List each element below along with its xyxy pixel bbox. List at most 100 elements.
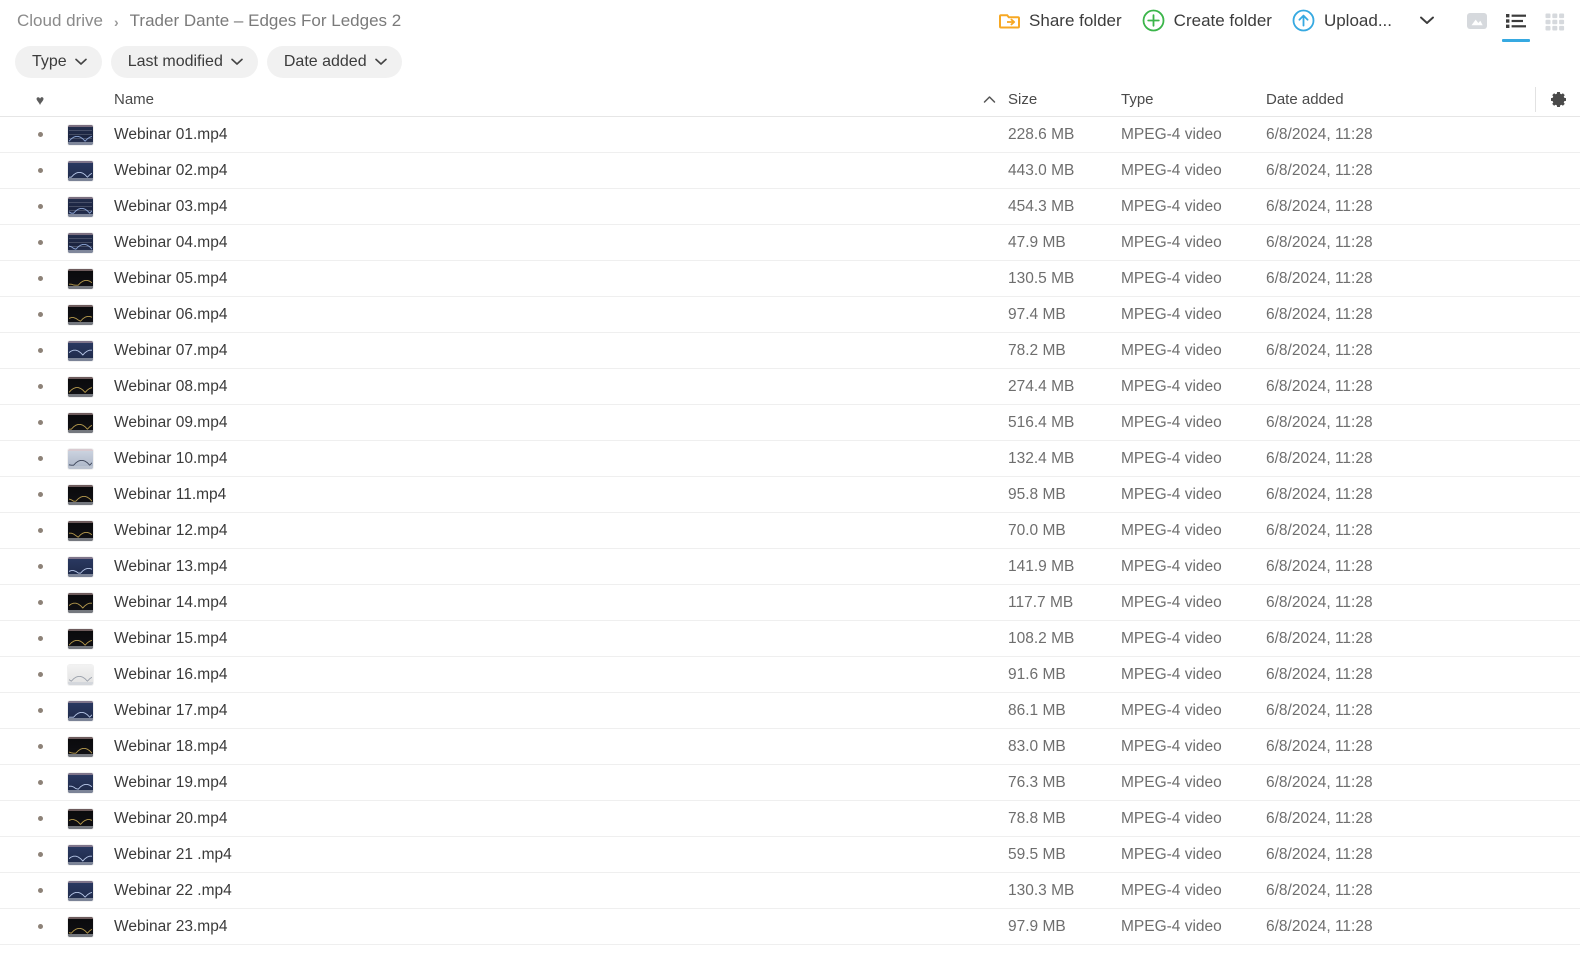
share-folder-button[interactable]: Share folder — [989, 5, 1132, 36]
favorite-toggle[interactable] — [22, 888, 58, 893]
table-row[interactable]: Webinar 17.mp4 86.1 MB MPEG-4 video 6/8/202… — [0, 693, 1580, 729]
name-column-header[interactable]: Name — [106, 91, 970, 108]
file-name[interactable]: Webinar 22 .mp4 — [106, 882, 970, 900]
table-row[interactable]: Webinar 18.mp4 83.0 MB MPEG-4 video 6/8/202… — [0, 729, 1580, 765]
file-name[interactable]: Webinar 05.mp4 — [106, 270, 970, 288]
table-row[interactable]: Webinar 08.mp4 274.4 MB MPEG-4 video 6/8/20… — [0, 369, 1580, 405]
table-row[interactable]: Webinar 11.mp4 95.8 MB MPEG-4 video 6/8/202… — [0, 477, 1580, 513]
favorite-toggle[interactable] — [22, 600, 58, 605]
type-column-header[interactable]: Type — [1121, 91, 1266, 108]
file-name[interactable]: Webinar 10.mp4 — [106, 450, 970, 468]
favorite-toggle[interactable] — [22, 924, 58, 929]
favorite-toggle[interactable] — [22, 384, 58, 389]
table-row[interactable]: Webinar 14.mp4 117.7 MB MPEG-4 video 6/8/20… — [0, 585, 1580, 621]
table-row[interactable]: Webinar 03.mp4 454.3 MB MPEG-4 video 6/8/20… — [0, 189, 1580, 225]
table-row[interactable]: Webinar 02.mp4 443.0 MB MPEG-4 video 6/8/20… — [0, 153, 1580, 189]
favorite-dot-icon — [37, 600, 43, 605]
file-name[interactable]: Webinar 01.mp4 — [106, 126, 970, 144]
file-name[interactable]: Webinar 12.mp4 — [106, 522, 970, 540]
file-name[interactable]: Webinar 18.mp4 — [106, 738, 970, 756]
filter-chip-date-added[interactable]: Date added — [266, 46, 402, 78]
table-row[interactable]: Webinar 09.mp4 516.4 MB MPEG-4 video 6/8/20… — [0, 405, 1580, 441]
favorite-column-header[interactable]: ♥ — [22, 92, 58, 108]
favorite-toggle[interactable] — [22, 708, 58, 713]
file-name[interactable]: Webinar 17.mp4 — [106, 702, 970, 720]
table-row[interactable]: Webinar 16.mp4 91.6 MB MPEG-4 video 6/8/202… — [0, 657, 1580, 693]
table-row[interactable]: Webinar 12.mp4 70.0 MB MPEG-4 video 6/8/202… — [0, 513, 1580, 549]
file-name[interactable]: Webinar 14.mp4 — [106, 594, 970, 612]
favorite-toggle[interactable] — [22, 744, 58, 749]
video-thumbnail — [68, 160, 93, 181]
favorite-toggle[interactable] — [22, 492, 58, 497]
file-date-added: 6/8/2024, 11:28 — [1266, 233, 1373, 251]
favorite-toggle[interactable] — [22, 852, 58, 857]
file-name[interactable]: Webinar 19.mp4 — [106, 774, 970, 792]
table-row[interactable]: Webinar 06.mp4 97.4 MB MPEG-4 video 6/8/202… — [0, 297, 1580, 333]
file-name[interactable]: Webinar 06.mp4 — [106, 306, 970, 324]
favorite-toggle[interactable] — [22, 312, 58, 317]
favorite-toggle[interactable] — [22, 420, 58, 425]
table-row[interactable]: Webinar 13.mp4 141.9 MB MPEG-4 video 6/8/20… — [0, 549, 1580, 585]
favorite-toggle[interactable] — [22, 672, 58, 677]
table-row[interactable]: Webinar 23.mp4 97.9 MB MPEG-4 video 6/8/202… — [0, 909, 1580, 945]
file-name[interactable]: Webinar 15.mp4 — [106, 630, 970, 648]
table-row[interactable]: Webinar 20.mp4 78.8 MB MPEG-4 video 6/8/202… — [0, 801, 1580, 837]
list-view-icon[interactable] — [1499, 4, 1533, 42]
file-name[interactable]: Webinar 11.mp4 — [106, 486, 970, 504]
favorite-toggle[interactable] — [22, 780, 58, 785]
date-added-column-header[interactable]: Date added — [1266, 91, 1536, 108]
favorite-toggle[interactable] — [22, 240, 58, 245]
table-row[interactable]: Webinar 07.mp4 78.2 MB MPEG-4 video 6/8/202… — [0, 333, 1580, 369]
favorite-toggle[interactable] — [22, 816, 58, 821]
table-row[interactable]: Webinar 22 .mp4 130.3 MB MPEG-4 video 6/8/2… — [0, 873, 1580, 909]
file-date-added: 6/8/2024, 11:28 — [1266, 593, 1373, 611]
file-name[interactable]: Webinar 09.mp4 — [106, 414, 970, 432]
file-name[interactable]: Webinar 21 .mp4 — [106, 846, 970, 864]
gallery-view-icon[interactable] — [1460, 4, 1494, 38]
video-thumbnail — [68, 916, 93, 937]
upload-dropdown-chevron-down-icon[interactable] — [1412, 9, 1442, 32]
file-date-added: 6/8/2024, 11:28 — [1266, 917, 1373, 935]
favorite-toggle[interactable] — [22, 528, 58, 533]
favorite-toggle[interactable] — [22, 204, 58, 209]
column-settings-button[interactable] — [1536, 90, 1580, 109]
file-thumbnail-cell — [58, 844, 106, 865]
favorite-toggle[interactable] — [22, 132, 58, 137]
favorite-toggle[interactable] — [22, 276, 58, 281]
table-row[interactable]: Webinar 10.mp4 132.4 MB MPEG-4 video 6/8/20… — [0, 441, 1580, 477]
size-column-header[interactable]: Size — [1008, 91, 1121, 108]
file-type: MPEG-4 video — [1121, 485, 1222, 503]
favorite-toggle[interactable] — [22, 636, 58, 641]
upload-button[interactable]: Upload... — [1282, 4, 1402, 37]
table-row[interactable]: Webinar 05.mp4 130.5 MB MPEG-4 video 6/8/20… — [0, 261, 1580, 297]
sort-ascending-indicator-icon[interactable] — [970, 95, 1008, 104]
filter-chip-type[interactable]: Type — [15, 46, 102, 78]
file-name[interactable]: Webinar 23.mp4 — [106, 918, 970, 936]
file-thumbnail-cell — [58, 916, 106, 937]
breadcrumb-root-link[interactable]: Cloud drive — [17, 11, 103, 31]
favorite-toggle[interactable] — [22, 456, 58, 461]
file-name[interactable]: Webinar 16.mp4 — [106, 666, 970, 684]
favorite-toggle[interactable] — [22, 564, 58, 569]
favorite-dot-icon — [37, 456, 43, 461]
file-name[interactable]: Webinar 07.mp4 — [106, 342, 970, 360]
create-folder-button[interactable]: Create folder — [1132, 4, 1282, 37]
table-row[interactable]: Webinar 15.mp4 108.2 MB MPEG-4 video 6/8/20… — [0, 621, 1580, 657]
grid-view-icon[interactable] — [1538, 4, 1572, 38]
file-name[interactable]: Webinar 03.mp4 — [106, 198, 970, 216]
table-row[interactable]: Webinar 01.mp4 228.6 MB MPEG-4 video 6/8/20… — [0, 117, 1580, 153]
filter-chip-last-modified[interactable]: Last modified — [110, 46, 258, 78]
file-name[interactable]: Webinar 04.mp4 — [106, 234, 970, 252]
file-date-added: 6/8/2024, 11:28 — [1266, 161, 1373, 179]
table-row[interactable]: Webinar 21 .mp4 59.5 MB MPEG-4 video 6/8/20… — [0, 837, 1580, 873]
table-row[interactable]: Webinar 04.mp4 47.9 MB MPEG-4 video 6/8/202… — [0, 225, 1580, 261]
favorite-toggle[interactable] — [22, 168, 58, 173]
file-name[interactable]: Webinar 13.mp4 — [106, 558, 970, 576]
file-thumbnail-cell — [58, 160, 106, 181]
file-name[interactable]: Webinar 20.mp4 — [106, 810, 970, 828]
file-name[interactable]: Webinar 02.mp4 — [106, 162, 970, 180]
favorite-toggle[interactable] — [22, 348, 58, 353]
file-name[interactable]: Webinar 08.mp4 — [106, 378, 970, 396]
table-row[interactable]: Webinar 19.mp4 76.3 MB MPEG-4 video 6/8/202… — [0, 765, 1580, 801]
file-date-added: 6/8/2024, 11:28 — [1266, 521, 1373, 539]
